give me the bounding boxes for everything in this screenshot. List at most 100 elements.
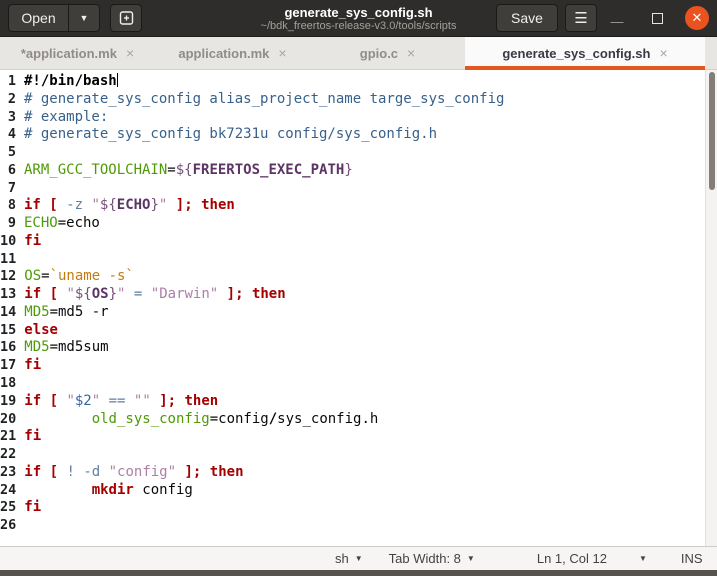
cursor-position[interactable]: Ln 1, Col 12 [537, 551, 607, 566]
line-number: 12 [0, 268, 17, 285]
tab-label: gpio.c [359, 45, 399, 61]
code-line[interactable]: 10 fi [0, 233, 705, 251]
minimize-button[interactable]: ＿ [597, 9, 637, 28]
line-number: 16 [0, 339, 17, 356]
insert-mode-indicator: INS [681, 551, 703, 566]
code-text: else [24, 321, 58, 338]
code-line[interactable]: 25 fi [0, 499, 705, 517]
code-text: fi [24, 357, 42, 374]
code-text: # example: [24, 108, 109, 125]
code-text: if [ "${OS}" = "Darwin" ]; then [24, 286, 286, 303]
titlebar: Open ▼ generate_sys_config.sh ~/bdk_free… [0, 0, 717, 37]
language-label: sh [335, 551, 349, 566]
line-number: 2 [7, 90, 16, 107]
open-button[interactable]: Open [8, 4, 68, 32]
window-subtitle: ~/bdk_freertos-release-v3.0/tools/script… [260, 19, 457, 32]
close-button[interactable]: ✕ [685, 6, 709, 30]
line-number: 6 [7, 161, 16, 178]
tab-close-icon[interactable]: × [659, 45, 667, 61]
open-dropdown-button[interactable]: ▼ [68, 4, 100, 32]
tab-bar: *application.mk × application.mk × gpio.c × ge… [0, 37, 717, 70]
scrollbar-thumb[interactable] [709, 72, 715, 190]
minimize-icon: ＿ [610, 8, 624, 24]
line-number: 7 [7, 179, 16, 196]
code-text: ARM_GCC_TOOLCHAIN=${FREERTOS_EXEC_PATH} [24, 161, 353, 178]
line-number: 9 [7, 215, 16, 232]
tab-close-icon[interactable]: × [407, 45, 415, 61]
tab-gpio-c[interactable]: gpio.c × [310, 37, 465, 69]
code-line[interactable]: 5 [0, 144, 705, 162]
editor-wrap: 1 #!/bin/bash 2 # generate_sys_config alias… [0, 70, 717, 546]
code-line[interactable]: 22 [0, 446, 705, 464]
chevron-down-icon: ▼ [466, 554, 475, 563]
line-number: 3 [7, 108, 16, 125]
code-line[interactable]: 24 mkdir config [0, 482, 705, 500]
new-document-button[interactable] [110, 4, 142, 32]
line-number: 11 [0, 250, 17, 267]
line-number: 19 [0, 392, 17, 409]
goto-line-dropdown[interactable]: ▼ [639, 554, 647, 563]
code-line[interactable]: 19 if [ "$2" == "" ]; then [0, 393, 705, 411]
code-text: if [ ! -d "config" ]; then [24, 463, 244, 480]
code-text: fi [24, 232, 42, 249]
code-line[interactable]: 23 if [ ! -d "config" ]; then [0, 464, 705, 482]
code-line[interactable]: 18 [0, 375, 705, 393]
code-line[interactable]: 2 # generate_sys_config alias_project_nam… [0, 91, 705, 109]
code-text: old_sys_config=config/sys_config.h [91, 410, 379, 427]
window-title: generate_sys_config.sh [284, 4, 433, 20]
tab-application-mk[interactable]: application.mk × [155, 37, 310, 69]
code-text: mkdir config [91, 481, 193, 498]
code-line[interactable]: 4 # generate_sys_config bk7231u config/sy… [0, 126, 705, 144]
tab-close-icon[interactable]: × [278, 45, 286, 61]
save-button[interactable]: Save [496, 4, 558, 32]
maximize-icon [651, 12, 663, 24]
code-text: #!/bin/bash [24, 73, 118, 89]
code-line[interactable]: 11 [0, 251, 705, 269]
code-line[interactable]: 12 OS=`uname -s` [0, 268, 705, 286]
language-dropdown[interactable]: sh ▼ [335, 551, 363, 566]
code-line[interactable]: 20 old_sys_config=config/sys_config.h [0, 411, 705, 429]
status-bar: sh ▼ Tab Width: 8 ▼ Ln 1, Col 12 ▼ INS [0, 546, 717, 570]
tab-width-label: Tab Width: 8 [388, 551, 461, 566]
tab-width-dropdown[interactable]: Tab Width: 8 ▼ [389, 551, 475, 566]
code-line[interactable]: 15 else [0, 322, 705, 340]
code-line[interactable]: 9 ECHO=echo [0, 215, 705, 233]
line-number: 13 [0, 286, 17, 303]
menu-button[interactable]: ☰ [565, 4, 597, 32]
line-number: 10 [0, 232, 17, 249]
code-editor[interactable]: 1 #!/bin/bash 2 # generate_sys_config alias… [0, 70, 705, 546]
code-text: MD5=md5sum [24, 339, 109, 356]
tab--application-mk[interactable]: *application.mk × [0, 37, 155, 69]
tab-label: *application.mk [20, 45, 117, 61]
line-number: 8 [7, 197, 16, 214]
tab-label: generate_sys_config.sh [502, 45, 651, 61]
line-number: 22 [0, 446, 17, 463]
code-text: fi [24, 499, 42, 516]
code-line[interactable]: 6 ARM_GCC_TOOLCHAIN=${FREERTOS_EXEC_PATH} [0, 162, 705, 180]
insert-mode-label: INS [680, 551, 703, 566]
code-line[interactable]: 17 fi [0, 357, 705, 375]
line-number: 17 [0, 357, 17, 374]
code-line[interactable]: 13 if [ "${OS}" = "Darwin" ]; then [0, 286, 705, 304]
code-line[interactable]: 21 fi [0, 428, 705, 446]
tab-generate-sys-config-sh[interactable]: generate_sys_config.sh × [465, 37, 705, 70]
vertical-scrollbar[interactable] [705, 70, 717, 546]
code-text: if [ "$2" == "" ]; then [24, 392, 219, 409]
line-number: 23 [0, 463, 17, 480]
code-line[interactable]: 14 MD5=md5 -r [0, 304, 705, 322]
gedit-window: Open ▼ generate_sys_config.sh ~/bdk_free… [0, 0, 717, 576]
code-line[interactable]: 16 MD5=md5sum [0, 339, 705, 357]
code-line[interactable]: 7 [0, 180, 705, 198]
code-line[interactable]: 26 [0, 517, 705, 535]
chevron-down-icon: ▼ [354, 554, 363, 563]
code-line[interactable]: 1 #!/bin/bash [0, 73, 705, 91]
tab-close-icon[interactable]: × [126, 45, 134, 61]
maximize-button[interactable] [637, 12, 677, 24]
code-line[interactable]: 8 if [ -z "${ECHO}" ]; then [0, 197, 705, 215]
code-line[interactable]: 3 # example: [0, 109, 705, 127]
